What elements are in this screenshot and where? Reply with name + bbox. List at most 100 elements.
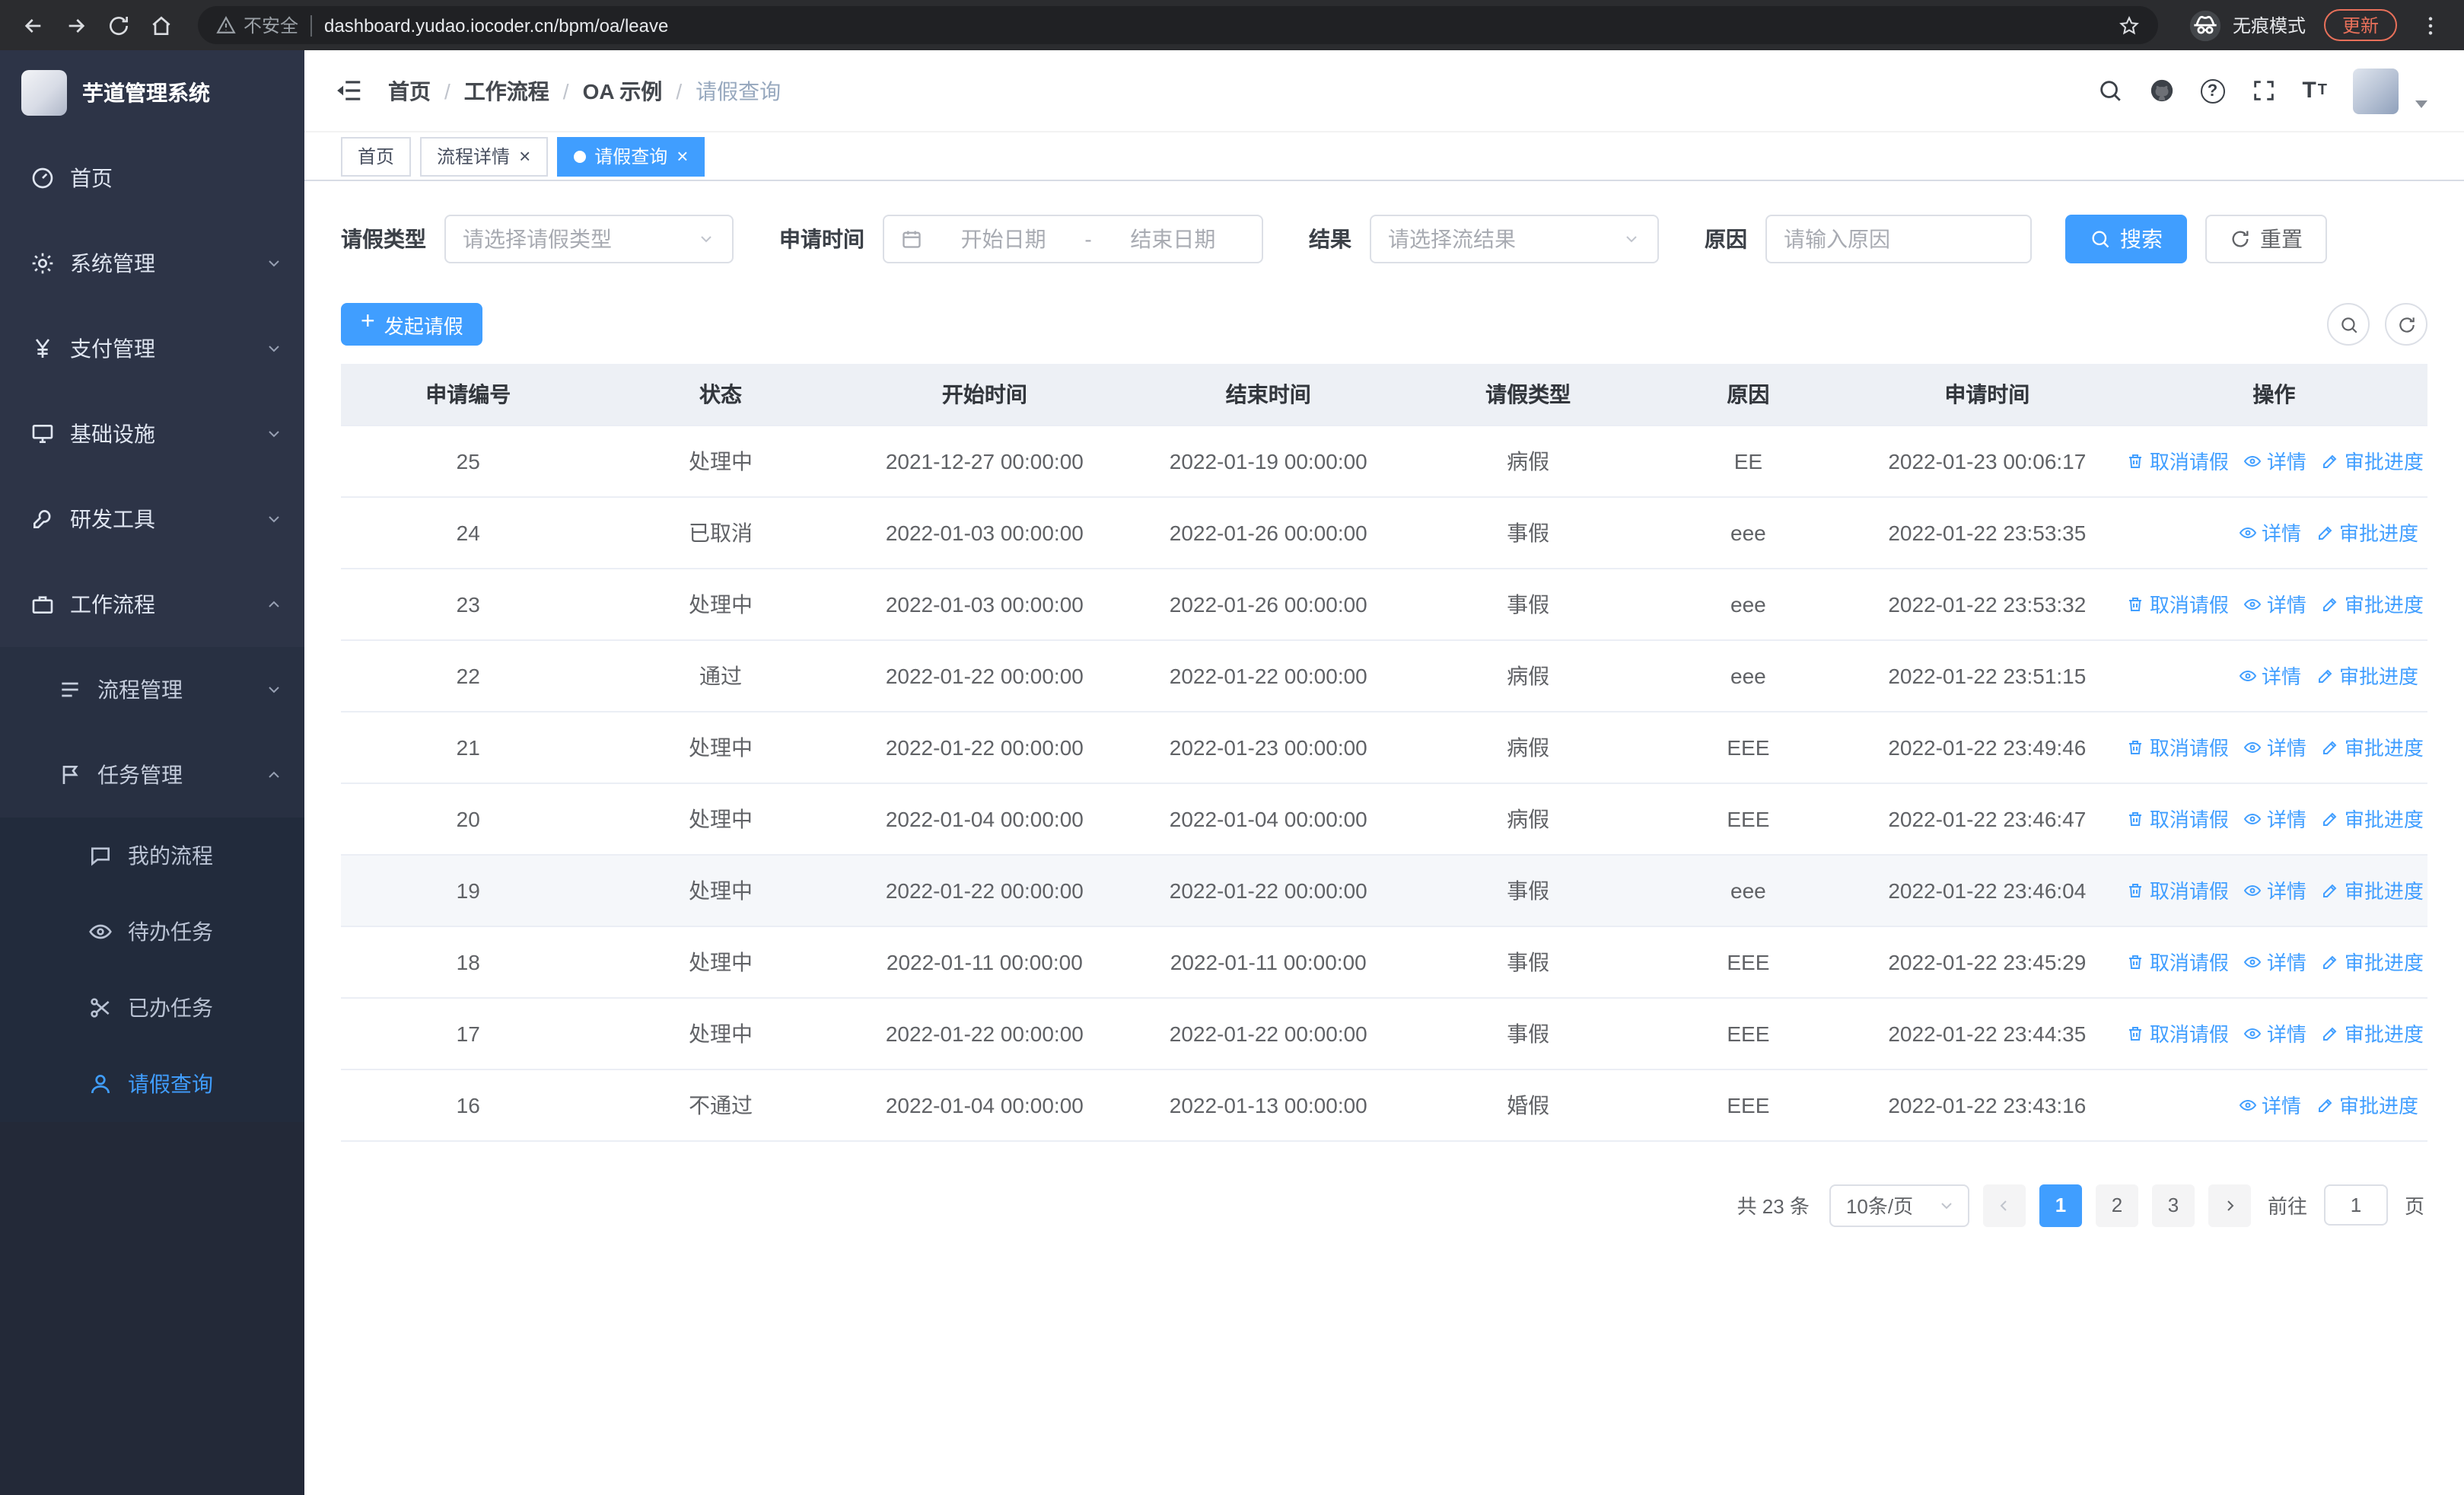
app-logo[interactable]: 芋道管理系统: [0, 50, 304, 135]
cancel-leave-link[interactable]: 取消请假: [2127, 732, 2229, 761]
help-icon[interactable]: ?: [2200, 78, 2225, 103]
detail-link[interactable]: 详情: [2244, 947, 2306, 976]
approval-progress-link[interactable]: 审批进度: [2322, 804, 2424, 833]
github-icon[interactable]: [2148, 78, 2174, 104]
sidebar-item-label: 流程管理: [97, 677, 183, 702]
plus-icon: +: [361, 309, 375, 335]
detail-link[interactable]: 详情: [2244, 446, 2306, 475]
tab-home[interactable]: 首页: [341, 136, 412, 176]
toggle-search-icon[interactable]: [2327, 303, 2370, 346]
detail-link[interactable]: 详情: [2244, 732, 2306, 761]
next-page-button[interactable]: [2208, 1184, 2251, 1226]
start-date-input[interactable]: 开始日期: [931, 224, 1075, 254]
security-indicator[interactable]: 不安全: [216, 12, 298, 38]
home-icon[interactable]: [143, 7, 180, 43]
approval-progress-label: 审批进度: [2344, 451, 2424, 473]
browser-menu-icon[interactable]: [2412, 7, 2449, 43]
approval-progress-link[interactable]: 审批进度: [2316, 518, 2418, 547]
approval-progress-link[interactable]: 审批进度: [2322, 446, 2424, 475]
refresh-table-icon[interactable]: [2385, 303, 2427, 346]
sidebar-item-system[interactable]: 系统管理: [0, 221, 304, 306]
approval-progress-link[interactable]: 审批进度: [2322, 1018, 2424, 1047]
detail-link[interactable]: 详情: [2244, 875, 2306, 904]
tab-process-detail[interactable]: 流程详情 ×: [420, 136, 548, 176]
gear-icon: [30, 251, 55, 276]
page-2-button[interactable]: 2: [2095, 1184, 2138, 1226]
trash-icon: [2127, 451, 2145, 470]
sidebar-item-payment[interactable]: 支付管理: [0, 306, 304, 391]
back-icon[interactable]: [15, 7, 52, 43]
tab-leave-query[interactable]: 请假查询 ×: [556, 136, 705, 176]
page-1-button[interactable]: 1: [2039, 1184, 2082, 1226]
breadcrumb-item[interactable]: OA 示例: [583, 75, 663, 106]
bookmark-star-icon[interactable]: [2119, 14, 2140, 36]
reset-button[interactable]: 重置: [2205, 215, 2327, 263]
collapse-sidebar-icon[interactable]: [335, 76, 364, 105]
cancel-leave-link[interactable]: 取消请假: [2127, 446, 2229, 475]
search-icon[interactable]: [2096, 78, 2122, 104]
detail-link[interactable]: 详情: [2239, 1090, 2301, 1119]
cancel-leave-link[interactable]: 取消请假: [2127, 589, 2229, 618]
detail-link[interactable]: 详情: [2244, 1018, 2306, 1047]
avatar[interactable]: [2353, 68, 2399, 113]
reload-icon[interactable]: [100, 7, 137, 43]
cancel-leave-label: 取消请假: [2149, 808, 2229, 831]
tab-label: 请假查询: [594, 146, 668, 167]
breadcrumb-item[interactable]: 工作流程: [464, 75, 549, 106]
fullscreen-icon[interactable]: [2250, 78, 2276, 104]
table-toolbar: + 发起请假: [341, 303, 2427, 346]
leave-type-select[interactable]: 请选择请假类型: [444, 215, 734, 263]
sidebar-item-todo-tasks[interactable]: 待办任务: [0, 894, 304, 970]
sidebar-item-done-tasks[interactable]: 已办任务: [0, 970, 304, 1046]
approval-progress-link[interactable]: 审批进度: [2322, 589, 2424, 618]
sidebar-item-workflow[interactable]: 工作流程: [0, 562, 304, 647]
user-icon: [88, 1072, 113, 1096]
create-leave-button[interactable]: + 发起请假: [341, 303, 483, 346]
approval-progress-link[interactable]: 审批进度: [2316, 661, 2418, 690]
sidebar-item-label: 系统管理: [70, 251, 155, 276]
breadcrumb-item[interactable]: 首页: [388, 75, 431, 106]
sidebar-item-label: 基础设施: [70, 422, 155, 446]
approval-progress-link[interactable]: 审批进度: [2322, 875, 2424, 904]
end-date-input[interactable]: 结束日期: [1101, 224, 1245, 254]
cancel-leave-link[interactable]: 取消请假: [2127, 804, 2229, 833]
cell-start: 2022-01-22 00:00:00: [845, 997, 1124, 1069]
detail-link[interactable]: 详情: [2239, 518, 2301, 547]
sidebar-item-infrastructure[interactable]: 基础设施: [0, 391, 304, 477]
approval-progress-link[interactable]: 审批进度: [2322, 732, 2424, 761]
cancel-leave-link[interactable]: 取消请假: [2127, 875, 2229, 904]
detail-link[interactable]: 详情: [2239, 661, 2301, 690]
detail-link[interactable]: 详情: [2244, 589, 2306, 618]
prev-page-button[interactable]: [1982, 1184, 2026, 1226]
update-button[interactable]: 更新: [2323, 9, 2397, 41]
page-size-select[interactable]: 10条/页: [1829, 1184, 1969, 1226]
sidebar-item-task-mgmt[interactable]: 任务管理: [0, 732, 304, 818]
page-3-button[interactable]: 3: [2151, 1184, 2195, 1226]
close-icon[interactable]: ×: [676, 146, 688, 166]
eye-icon: [88, 920, 113, 944]
font-size-icon[interactable]: TT: [2302, 78, 2327, 104]
sidebar-item-home[interactable]: 首页: [0, 135, 304, 221]
sidebar-item-devtools[interactable]: 研发工具: [0, 477, 304, 562]
search-button[interactable]: 搜索: [2065, 215, 2187, 263]
cancel-leave-link[interactable]: 取消请假: [2127, 1018, 2229, 1047]
result-select[interactable]: 请选择流结果: [1370, 215, 1659, 263]
detail-link[interactable]: 详情: [2244, 804, 2306, 833]
approval-progress-link[interactable]: 审批进度: [2316, 1090, 2418, 1119]
cell-reason: eee: [1642, 496, 1854, 569]
sidebar-item-my-process[interactable]: 我的流程: [0, 818, 304, 894]
sidebar-item-leave-query[interactable]: 请假查询: [0, 1046, 304, 1122]
url-bar[interactable]: 不安全 dashboard.yudao.iocoder.cn/bpm/oa/le…: [198, 6, 2158, 44]
sidebar-item-process-mgmt[interactable]: 流程管理: [0, 647, 304, 732]
cell-type: 事假: [1413, 568, 1643, 640]
cell-start: 2022-01-11 00:00:00: [845, 926, 1124, 998]
detail-label: 详情: [2266, 451, 2306, 473]
goto-page-input[interactable]: [2323, 1184, 2388, 1226]
approval-progress-link[interactable]: 审批进度: [2322, 947, 2424, 976]
forward-icon[interactable]: [58, 7, 94, 43]
cancel-leave-link[interactable]: 取消请假: [2127, 947, 2229, 976]
reason-input[interactable]: [1765, 215, 2032, 263]
apply-time-range-picker[interactable]: 开始日期 - 结束日期: [883, 215, 1263, 263]
refresh-icon: [2230, 228, 2251, 250]
close-icon[interactable]: ×: [519, 146, 530, 166]
